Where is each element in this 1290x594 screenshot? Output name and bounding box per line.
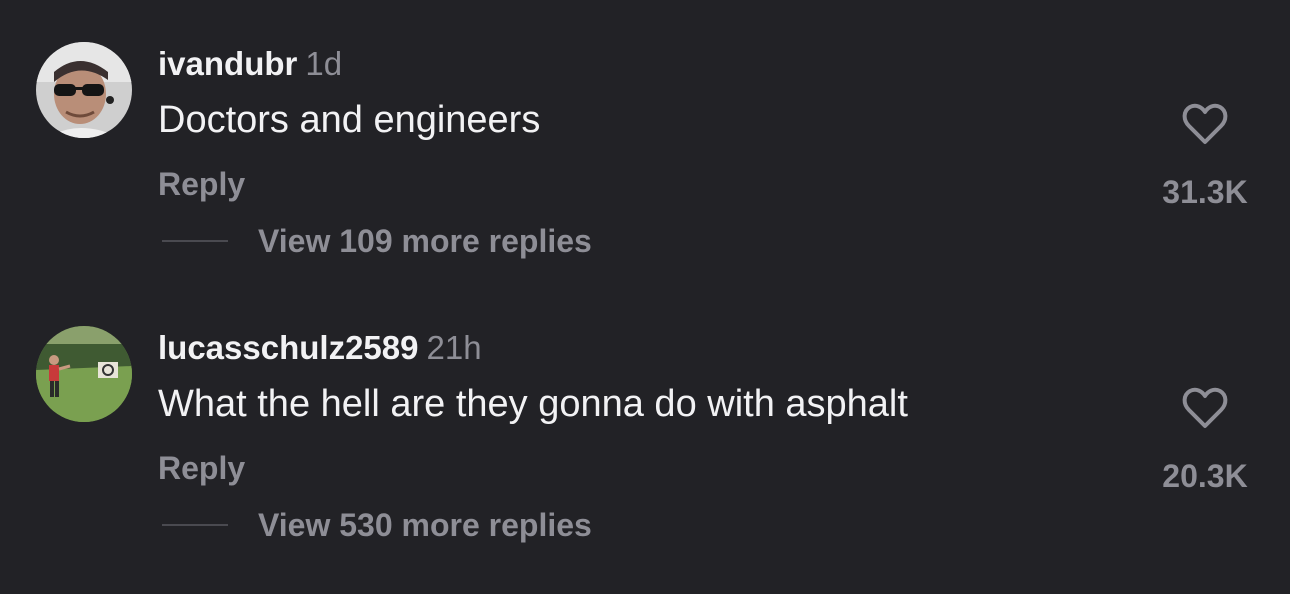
comment-text: What the hell are they gonna do with asp…	[158, 383, 908, 425]
like-count: 20.3K	[1162, 458, 1248, 494]
comment-meta: ivandubr 1d	[158, 44, 342, 84]
comment-text: Doctors and engineers	[158, 99, 541, 141]
view-replies-button[interactable]: View 530 more replies	[162, 505, 592, 545]
heart-icon[interactable]	[1181, 102, 1229, 146]
timestamp: 1d	[305, 45, 343, 82]
reply-button[interactable]: Reply	[158, 164, 245, 204]
view-replies-label: View 109 more replies	[258, 222, 592, 259]
replies-divider-line	[162, 240, 228, 242]
like-button[interactable]: 20.3K	[1150, 386, 1260, 496]
timestamp: 21h	[426, 329, 482, 366]
comment-meta: lucasschulz2589 21h	[158, 328, 482, 368]
like-count: 31.3K	[1162, 174, 1248, 210]
view-replies-label: View 530 more replies	[258, 506, 592, 543]
reply-button[interactable]: Reply	[158, 448, 245, 488]
avatar[interactable]	[36, 326, 132, 422]
comment-item: lucasschulz2589 21h What the hell are the…	[0, 284, 1290, 543]
username[interactable]: ivandubr	[158, 45, 297, 82]
like-button[interactable]: 31.3K	[1150, 102, 1260, 212]
username[interactable]: lucasschulz2589	[158, 329, 419, 366]
avatar[interactable]	[36, 42, 132, 138]
replies-divider-line	[162, 524, 228, 526]
comment-item: ivandubr 1d Doctors and engineers Reply V…	[0, 0, 1290, 259]
view-replies-button[interactable]: View 109 more replies	[162, 221, 592, 261]
heart-icon[interactable]	[1181, 386, 1229, 430]
